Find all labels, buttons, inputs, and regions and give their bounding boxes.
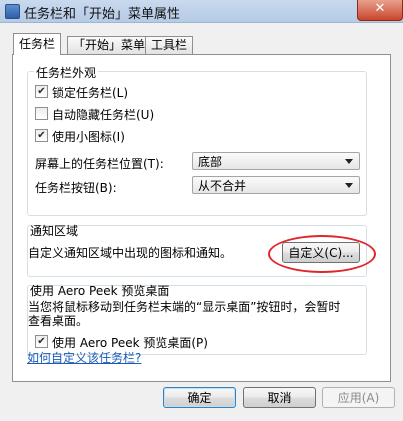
aero-peek-description-line2: 查看桌面。 (28, 314, 89, 328)
taskbar-tab-panel: 任务栏外观 ✔ 锁定任务栏(L) 自动隐藏任务栏(U) ✔ 使用小图标(I) 屏… (12, 54, 391, 382)
taskbar-position-value: 底部 (198, 155, 223, 169)
taskbar-properties-icon (5, 4, 20, 19)
tab-taskbar[interactable]: 任务栏 (13, 33, 62, 55)
close-button[interactable]: ✕ (357, 0, 403, 21)
taskbar-position-label: 屏幕上的任务栏位置(T): (35, 157, 164, 171)
aero-peek-checkbox[interactable]: ✔ (35, 335, 48, 348)
tab-toolbars[interactable]: 工具栏 (145, 36, 194, 54)
taskbar-appearance-group: 任务栏外观 ✔ 锁定任务栏(L) 自动隐藏任务栏(U) ✔ 使用小图标(I) 屏… (27, 64, 367, 216)
chevron-down-icon (345, 159, 353, 164)
notification-area-legend: 通知区域 (30, 224, 79, 238)
notification-area-description: 自定义通知区域中出现的图标和通知。 (28, 246, 233, 260)
cancel-button[interactable]: 取消 (243, 387, 316, 408)
help-link[interactable]: 如何自定义该任务栏? (27, 349, 141, 366)
small-icons-label: 使用小图标(I) (52, 130, 125, 144)
taskbar-buttons-value: 从不合并 (198, 179, 247, 193)
lock-taskbar-checkbox[interactable]: ✔ (35, 85, 48, 98)
window-title: 任务栏和「开始」菜单属性 (24, 7, 181, 22)
small-icons-checkbox[interactable]: ✔ (35, 129, 48, 142)
taskbar-buttons-label: 任务栏按钮(B): (35, 181, 117, 195)
aero-peek-legend: 使用 Aero Peek 预览桌面 (30, 284, 170, 298)
ok-button[interactable]: 确定 (163, 387, 236, 408)
auto-hide-checkbox[interactable] (35, 107, 48, 120)
tab-start-menu[interactable]: 「开始」菜单 (67, 36, 152, 54)
taskbar-appearance-legend: 任务栏外观 (34, 64, 99, 81)
title-bar: 任务栏和「开始」菜单属性 ✕ (0, 0, 403, 23)
chevron-down-icon (345, 183, 353, 188)
apply-button[interactable]: 应用(A) (322, 387, 395, 408)
taskbar-buttons-select[interactable]: 从不合并 (192, 176, 360, 194)
highlight-ring-annotation (268, 235, 376, 273)
dialog-client-area: 任务栏 「开始」菜单 工具栏 任务栏外观 ✔ 锁定任务栏(L) 自动隐藏任务栏(… (0, 23, 403, 421)
auto-hide-label: 自动隐藏任务栏(U) (52, 108, 155, 122)
lock-taskbar-label: 锁定任务栏(L) (52, 86, 129, 100)
aero-peek-group: 使用 Aero Peek 预览桌面 当您将鼠标移动到任务栏末端的“显示桌面”按钮… (27, 284, 367, 355)
taskbar-position-select[interactable]: 底部 (192, 152, 360, 170)
